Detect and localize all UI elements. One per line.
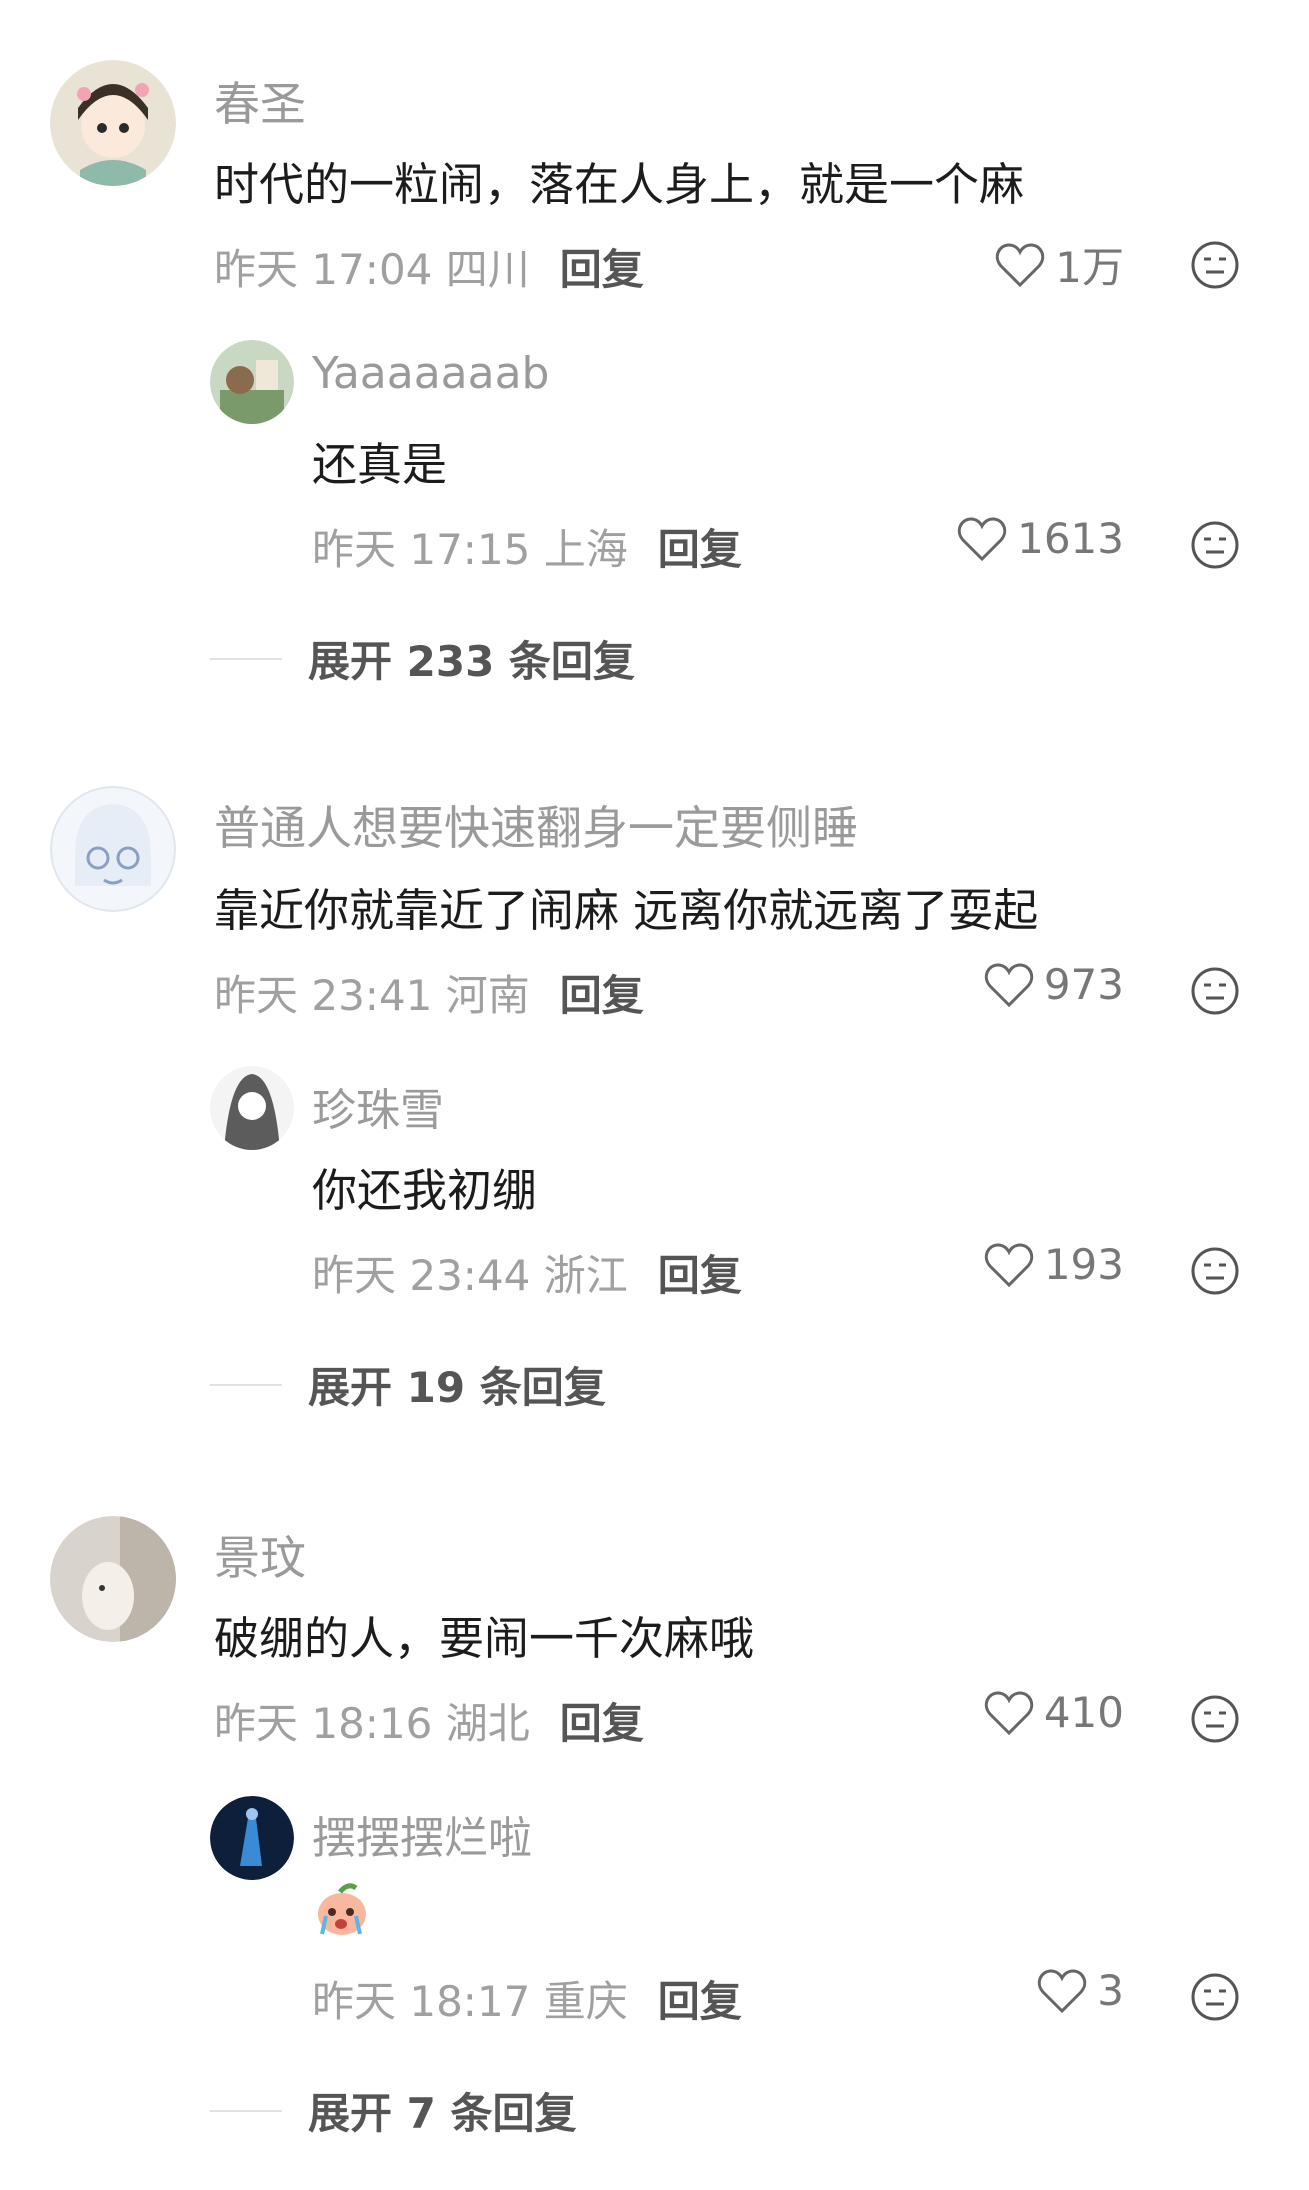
divider (210, 2109, 282, 2112)
dislike-button[interactable] (1190, 1694, 1240, 1744)
reply-button[interactable]: 回复 (658, 1968, 742, 2029)
comment-meta: 昨天 17:04 四川 回复 (214, 236, 644, 297)
expand-replies-button[interactable]: 展开 7 条回复 (210, 2080, 576, 2141)
comment-username[interactable]: 普通人想要快速翻身一定要侧睡 (214, 792, 858, 858)
dislike-button[interactable] (1190, 240, 1240, 290)
avatar[interactable] (50, 1516, 176, 1642)
reply-username[interactable]: 摆摆摆烂啦 (312, 1802, 532, 1866)
like-count: 973 (1043, 960, 1124, 1009)
neutral-face-icon (1191, 241, 1239, 289)
comment-time-location: 昨天 17:04 四川 (214, 245, 530, 294)
heart-outline-icon (957, 516, 1007, 561)
expand-replies-button[interactable]: 展开 233 条回复 (210, 628, 635, 689)
reply-button[interactable]: 回复 (560, 962, 644, 1023)
comment-text: 时代的一粒闹，落在人身上，就是一个麻 (214, 158, 1025, 211)
like-count: 3 (1097, 1966, 1124, 2015)
dislike-button[interactable] (1190, 1972, 1240, 2022)
comment-text: 靠近你就靠近了闹麻 远离你就远离了耍起 (214, 884, 1039, 937)
neutral-face-icon (1191, 521, 1239, 569)
comment-time-location: 昨天 18:16 湖北 (214, 1699, 530, 1748)
divider (210, 657, 282, 660)
neutral-face-icon (1191, 1973, 1239, 2021)
neutral-face-icon (1191, 1695, 1239, 1743)
reply-meta: 昨天 17:15 上海 回复 (312, 516, 742, 577)
divider (210, 1383, 282, 1386)
avatar[interactable] (50, 786, 176, 912)
heart-outline-icon (1038, 1968, 1087, 2013)
avatar[interactable] (50, 60, 176, 186)
comment-text: 破绷的人，要闹一千次麻哦 (214, 1612, 755, 1665)
expand-replies-label: 展开 7 条回复 (308, 2089, 577, 2138)
like-button[interactable]: 973 (984, 960, 1124, 1009)
reply-button[interactable]: 回复 (560, 236, 644, 297)
like-button[interactable]: 3 (1037, 1966, 1124, 2015)
comment-meta: 昨天 18:16 湖北 回复 (214, 1690, 644, 1751)
like-button[interactable]: 193 (984, 1240, 1124, 1289)
like-count: 410 (1043, 1688, 1124, 1737)
reply-button[interactable]: 回复 (658, 1242, 742, 1303)
reply-time-location: 昨天 17:15 上海 (312, 525, 628, 574)
heart-outline-icon (984, 1690, 1033, 1735)
reply-time-location: 昨天 18:17 重庆 (312, 1977, 628, 2026)
neutral-face-icon (1191, 967, 1239, 1015)
reply-avatar[interactable] (210, 1796, 294, 1880)
like-button[interactable]: 1613 (957, 514, 1124, 563)
expand-replies-label: 展开 19 条回复 (308, 1363, 606, 1412)
heart-outline-icon (996, 242, 1045, 287)
comment-username[interactable]: 春圣 (214, 68, 306, 134)
dislike-button[interactable] (1190, 966, 1240, 1016)
heart-outline-icon (984, 962, 1033, 1007)
reply-meta: 昨天 23:44 浙江 回复 (312, 1242, 742, 1303)
like-button[interactable]: 1万 (995, 234, 1124, 295)
comment-time-location: 昨天 23:41 河南 (214, 971, 530, 1020)
comment-username[interactable]: 景玟 (214, 1522, 306, 1588)
dislike-button[interactable] (1190, 1246, 1240, 1296)
reply-meta: 昨天 18:17 重庆 回复 (312, 1968, 742, 2029)
expand-replies-label: 展开 233 条回复 (308, 637, 635, 686)
reply-username[interactable]: Yaaaaaaab (312, 348, 550, 399)
expand-replies-button[interactable]: 展开 19 条回复 (210, 1354, 606, 1415)
neutral-face-icon (1191, 1247, 1239, 1295)
reply-button[interactable]: 回复 (658, 516, 742, 577)
reply-avatar[interactable] (210, 1066, 294, 1150)
like-count: 1万 (1055, 243, 1124, 292)
reply-text: 还真是 (312, 438, 448, 491)
heart-outline-icon (984, 1242, 1033, 1287)
dislike-button[interactable] (1190, 520, 1240, 570)
crying-peach-sticker (312, 1878, 372, 1938)
reply-avatar[interactable] (210, 340, 294, 424)
reply-time-location: 昨天 23:44 浙江 (312, 1251, 628, 1300)
like-button[interactable]: 410 (984, 1688, 1124, 1737)
reply-username[interactable]: 珍珠雪 (312, 1074, 444, 1138)
like-count: 193 (1043, 1240, 1124, 1289)
reply-text: 你还我初绷 (312, 1164, 538, 1217)
comment-meta: 昨天 23:41 河南 回复 (214, 962, 644, 1023)
reply-button[interactable]: 回复 (560, 1690, 644, 1751)
like-count: 1613 (1017, 514, 1124, 563)
